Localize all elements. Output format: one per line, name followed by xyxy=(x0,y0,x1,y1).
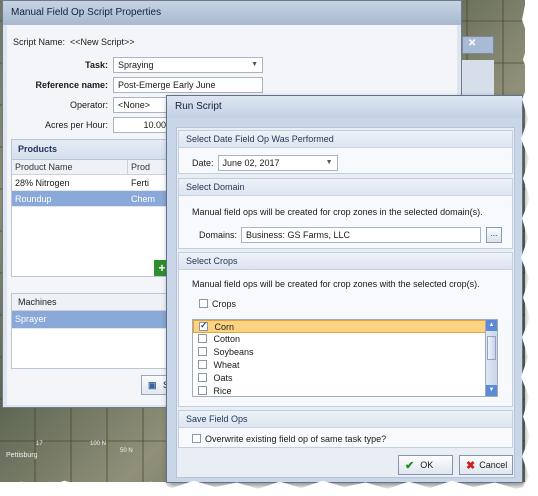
acres-per-hour-field[interactable]: 10.00 xyxy=(113,117,171,133)
machine-cell: Sprayer xyxy=(15,314,47,324)
operator-dropdown[interactable]: <None> xyxy=(113,97,168,113)
dialog-body: Select Date Field Op Was Performed Date:… xyxy=(176,127,515,478)
acres-label: Acres per Hour: xyxy=(44,120,108,130)
background-window-titlebar xyxy=(462,36,494,54)
crops-list[interactable]: Corn Cotton Soybeans Wheat Oats xyxy=(192,319,498,397)
domains-value: Business: GS Farms, LLC xyxy=(246,230,351,240)
domain-section-header: Select Domain xyxy=(179,179,512,196)
script-name-label: Script Name: xyxy=(13,37,66,47)
ok-label: OK xyxy=(420,460,434,470)
acres-value: 10.00 xyxy=(143,120,166,130)
reference-label: Reference name: xyxy=(35,80,108,90)
domains-field[interactable]: Business: GS Farms, LLC xyxy=(241,227,482,243)
crops-description: Manual field ops will be created for cro… xyxy=(192,279,480,289)
crop-checkbox[interactable] xyxy=(198,334,207,344)
crop-label: Soybeans xyxy=(213,347,254,357)
save-icon: ▣ xyxy=(148,380,157,390)
dialog-title: Run Script xyxy=(167,96,522,118)
task-dropdown[interactable]: Spraying ▼ xyxy=(113,57,263,73)
list-item[interactable]: Wheat xyxy=(193,359,497,372)
operator-row: Operator: <None> xyxy=(7,97,168,113)
domain-section: Select Domain Manual field ops will be c… xyxy=(178,178,513,249)
crops-scrollbar[interactable]: ▲ ▼ xyxy=(485,320,497,396)
operator-value: <None> xyxy=(118,100,151,110)
reference-name-field[interactable]: Post-Emerge Early June xyxy=(113,77,263,93)
date-section-header: Select Date Field Op Was Performed xyxy=(179,131,512,148)
overwrite-checkbox[interactable] xyxy=(192,433,201,443)
scroll-down-icon[interactable]: ▼ xyxy=(486,385,497,396)
acres-row: Acres per Hour: 10.00 xyxy=(7,117,171,133)
browse-domains-button[interactable]: ... xyxy=(486,227,502,243)
crop-checkbox[interactable] xyxy=(198,386,207,396)
save-field-ops-section: Save Field Ops Overwrite existing field … xyxy=(178,410,513,448)
crops-select-all-checkbox[interactable] xyxy=(199,298,208,308)
map-road-label: 17 xyxy=(36,441,43,447)
window-title: Manual Field Op Script Properties xyxy=(3,1,461,25)
task-label: Task: xyxy=(85,60,108,70)
crops-section: Select Crops Manual field ops will be cr… xyxy=(178,252,513,407)
crops-section-header: Select Crops xyxy=(179,253,512,270)
background-panel xyxy=(462,60,494,100)
overwrite-label: Overwrite existing field op of same task… xyxy=(205,434,387,444)
domains-row: Domains: Business: GS Farms, LLC xyxy=(199,227,482,243)
chevron-down-icon: ▼ xyxy=(325,159,333,166)
list-item[interactable]: Oats xyxy=(193,372,497,385)
date-picker[interactable]: June 02, 2017 ▼ xyxy=(217,155,338,171)
list-item[interactable]: Rice xyxy=(193,385,497,396)
reference-row: Reference name: Post-Emerge Early June xyxy=(7,77,263,93)
list-item[interactable]: Cotton xyxy=(193,333,497,346)
save-section-header: Save Field Ops xyxy=(179,411,512,428)
checkmark-icon: ✔ xyxy=(405,459,415,472)
domains-label: Domains: xyxy=(199,230,238,240)
ok-button[interactable]: ✔ OK xyxy=(398,455,453,475)
product-name-cell: Roundup xyxy=(15,194,52,204)
map-road-label: 100 N xyxy=(90,441,107,447)
run-script-dialog: Run Script Select Date Field Op Was Perf… xyxy=(166,95,523,483)
cancel-button[interactable]: ✖ Cancel xyxy=(459,455,513,475)
crop-label: Cotton xyxy=(213,334,241,344)
list-item[interactable]: Soybeans xyxy=(193,346,497,359)
crop-label: Oats xyxy=(213,373,233,383)
map-road-label: 50 N xyxy=(120,448,133,454)
crop-label: Rice xyxy=(213,386,232,396)
date-section: Select Date Field Op Was Performed Date:… xyxy=(178,130,513,174)
overwrite-row[interactable]: Overwrite existing field op of same task… xyxy=(192,433,387,444)
task-value: Spraying xyxy=(118,60,154,70)
date-row: Date: June 02, 2017 ▼ xyxy=(192,155,338,171)
list-item[interactable]: Corn xyxy=(193,320,497,333)
crop-checkbox[interactable] xyxy=(198,373,207,383)
crop-label: Wheat xyxy=(213,360,240,370)
product-type-cell: Chem xyxy=(131,194,156,204)
crop-checkbox[interactable] xyxy=(198,347,207,357)
cancel-label: Cancel xyxy=(479,460,508,470)
crops-header-label: Crops xyxy=(212,299,237,309)
task-row: Task: Spraying ▼ xyxy=(7,57,263,73)
script-name-row: Script Name: <<New Script>> xyxy=(13,37,135,47)
date-value: June 02, 2017 xyxy=(222,158,280,168)
reference-value: Post-Emerge Early June xyxy=(118,80,216,90)
operator-label: Operator: xyxy=(69,100,108,110)
product-name-cell: 28% Nitrogen xyxy=(15,178,70,188)
crop-label: Corn xyxy=(214,322,235,332)
date-label: Date: xyxy=(192,158,214,168)
script-name-value: <<New Script>> xyxy=(70,37,135,47)
close-icon[interactable]: ✕ xyxy=(468,38,476,49)
domain-description: Manual field ops will be created for cro… xyxy=(192,207,483,217)
crop-checkbox[interactable] xyxy=(199,320,208,332)
close-icon: ✖ xyxy=(466,459,476,472)
scroll-up-icon[interactable]: ▲ xyxy=(486,320,497,331)
crops-header-row[interactable]: Crops xyxy=(199,298,237,309)
crop-checkbox[interactable] xyxy=(198,360,207,370)
product-type-cell: Ferti xyxy=(131,178,149,188)
chevron-down-icon: ▼ xyxy=(251,61,258,68)
scroll-thumb[interactable] xyxy=(487,336,496,360)
column-header[interactable]: Prod xyxy=(128,160,168,174)
map-town-label: Pettisburg xyxy=(6,452,38,459)
column-header[interactable]: Product Name xyxy=(12,160,128,174)
